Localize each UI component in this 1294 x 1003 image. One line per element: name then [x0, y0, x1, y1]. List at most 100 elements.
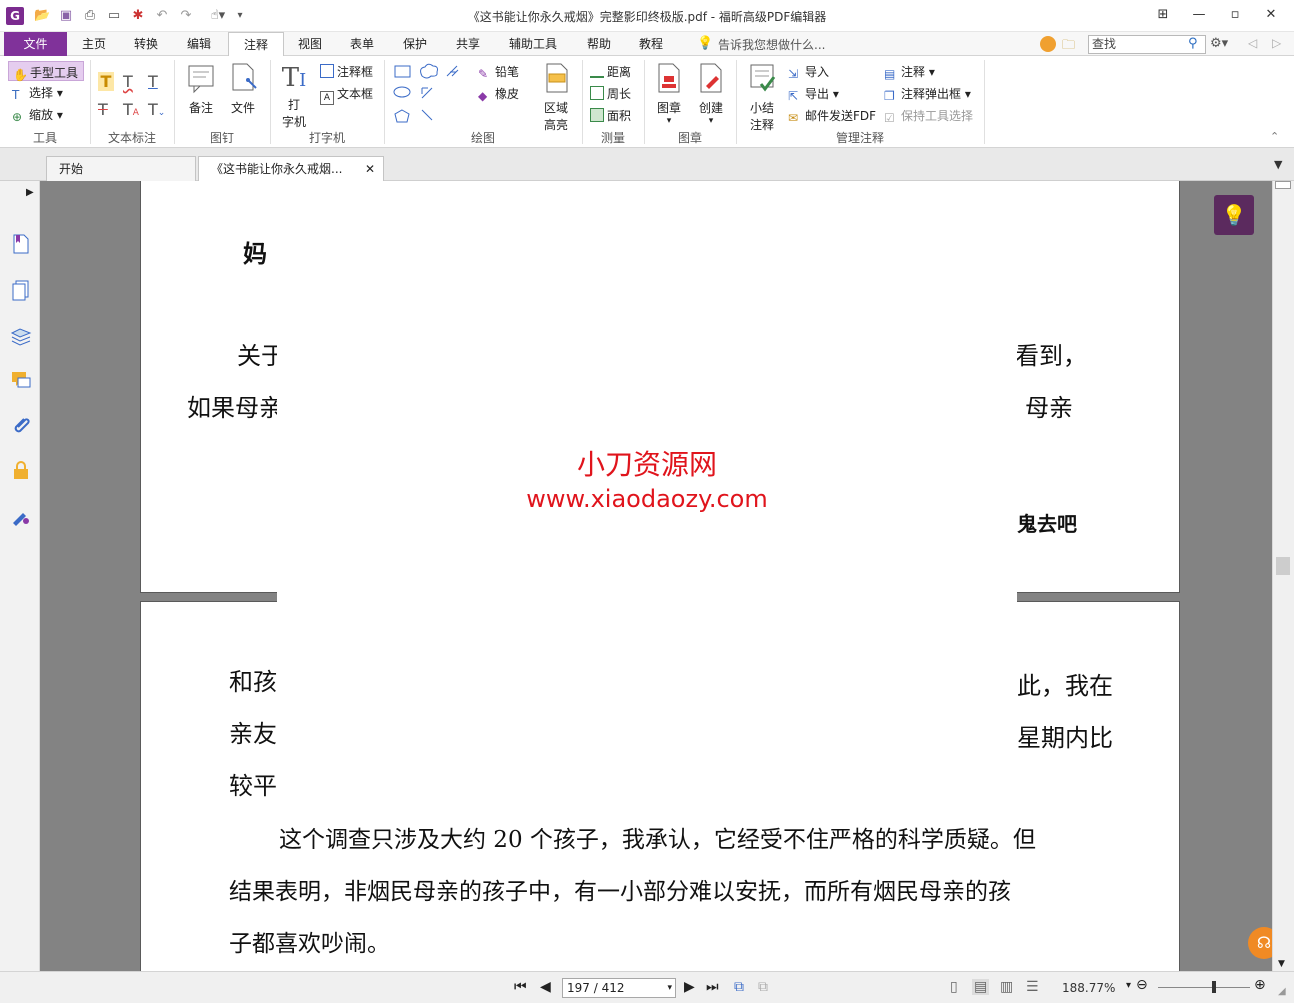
- comments-panel-icon[interactable]: [10, 369, 32, 391]
- import-button[interactable]: ⇲ 导入: [788, 63, 829, 81]
- tab-list-dropdown-icon[interactable]: ▼: [1274, 158, 1282, 171]
- insert-text-icon[interactable]: T⌄: [148, 100, 165, 119]
- tab-start[interactable]: 开始: [46, 156, 196, 181]
- scan-icon[interactable]: ▭: [106, 8, 122, 24]
- feedback-icon[interactable]: [1040, 36, 1056, 52]
- facing-view-icon[interactable]: ▥: [1000, 979, 1013, 995]
- close-window-button[interactable]: ✕: [1258, 4, 1284, 26]
- polyline-icon[interactable]: [446, 65, 459, 77]
- redo-icon[interactable]: ↷: [178, 8, 194, 24]
- squiggly-underline-icon[interactable]: T: [123, 72, 133, 91]
- single-page-view-icon[interactable]: ▯: [950, 979, 958, 995]
- forward-arrow-icon[interactable]: ▷: [1272, 36, 1281, 50]
- textbox-button[interactable]: A 文本框: [320, 85, 373, 105]
- file-attachment-button[interactable]: 文件: [224, 62, 262, 116]
- note-button[interactable]: 备注: [182, 62, 220, 116]
- tab-view[interactable]: 视图: [286, 32, 334, 56]
- continuous-facing-view-icon[interactable]: ☰: [1026, 979, 1039, 995]
- arrow-icon[interactable]: [421, 87, 433, 99]
- print-icon[interactable]: ⎙: [82, 8, 98, 24]
- callout-button[interactable]: 注释框: [320, 63, 373, 80]
- select-tool-button[interactable]: T 选择 ▾: [12, 84, 63, 102]
- minimize-button[interactable]: —: [1186, 4, 1212, 26]
- continuous-view-icon[interactable]: ▤: [972, 979, 990, 995]
- document-viewport[interactable]: 妈 关于 看到， 如果母亲 母亲 鬼去吧 和孩 此，我在 亲友 星期内比 较平 …: [40, 181, 1272, 971]
- next-view-icon[interactable]: ⧉: [758, 979, 768, 995]
- customize-toolbar-icon[interactable]: ▾: [232, 8, 248, 24]
- tips-lightbulb-button[interactable]: 💡: [1214, 195, 1254, 235]
- previous-page-button[interactable]: ◀: [540, 979, 551, 995]
- security-lock-icon[interactable]: [10, 459, 32, 481]
- area-highlight-button[interactable]: 区域 高亮: [536, 62, 576, 133]
- settings-gear-icon[interactable]: ⚙▾: [1210, 36, 1228, 51]
- zoom-dropdown-icon[interactable]: ▾: [1126, 980, 1131, 991]
- zoom-in-button[interactable]: ⊕: [1254, 977, 1266, 993]
- hand-tool-button[interactable]: ✋ 手型工具: [8, 61, 84, 82]
- highlight-text-icon[interactable]: T: [98, 72, 114, 91]
- last-page-button[interactable]: ⏭: [706, 979, 719, 995]
- tab-help[interactable]: 帮助: [575, 32, 623, 56]
- tab-home[interactable]: 主页: [70, 32, 118, 56]
- close-tab-icon[interactable]: ✕: [365, 157, 375, 181]
- vertical-scrollbar[interactable]: ▼: [1272, 181, 1294, 971]
- layers-icon[interactable]: [10, 325, 32, 347]
- zoom-tool-button[interactable]: ⊕ 缩放 ▾: [12, 106, 63, 124]
- keep-tool-selected-checkbox[interactable]: ☑ 保持工具选择: [884, 107, 973, 125]
- pencil-button[interactable]: ✎ 铅笔: [478, 63, 519, 81]
- search-icon[interactable]: ⚲: [1188, 36, 1198, 51]
- touch-mode-icon[interactable]: ☝▾: [204, 8, 232, 24]
- help-headset-button[interactable]: ☊: [1248, 927, 1272, 959]
- popup-notes-button[interactable]: ❐ 注释弹出框 ▾: [884, 85, 971, 103]
- zoom-slider-track[interactable]: [1158, 987, 1250, 988]
- next-page-button[interactable]: ▶: [684, 979, 695, 995]
- ribbon-display-icon[interactable]: ⊞: [1150, 4, 1176, 26]
- oval-icon[interactable]: [393, 86, 411, 98]
- tab-form[interactable]: 表单: [338, 32, 386, 56]
- tell-me-input[interactable]: 告诉我您想做什么...: [718, 36, 825, 53]
- previous-view-icon[interactable]: ⧉: [734, 979, 744, 995]
- replace-text-icon[interactable]: TA: [123, 100, 139, 119]
- first-page-button[interactable]: ⏮: [514, 979, 527, 995]
- page-number-input[interactable]: 197 / 412 ▾: [562, 978, 676, 998]
- tab-current-document[interactable]: 《这书能让你永久戒烟... ✕: [198, 156, 384, 181]
- signature-icon[interactable]: [10, 505, 32, 527]
- underline-text-icon[interactable]: T: [148, 72, 158, 91]
- scroll-down-arrow[interactable]: ▼: [1278, 959, 1285, 969]
- rectangle-icon[interactable]: [394, 65, 411, 78]
- zoom-level[interactable]: 188.77%: [1062, 981, 1115, 995]
- tab-share[interactable]: 共享: [444, 32, 492, 56]
- email-fdf-button[interactable]: ✉ 邮件发送FDF: [788, 107, 876, 125]
- tab-accessibility[interactable]: 辅助工具: [500, 32, 566, 56]
- tab-convert[interactable]: 转换: [122, 32, 170, 56]
- new-document-icon[interactable]: ✱: [130, 8, 146, 24]
- bookmark-icon[interactable]: [10, 233, 32, 255]
- zoom-out-button[interactable]: ⊖: [1136, 977, 1148, 993]
- page-dropdown-icon[interactable]: ▾: [667, 979, 672, 997]
- line-icon[interactable]: [421, 109, 433, 121]
- back-arrow-icon[interactable]: ◁: [1248, 36, 1257, 50]
- save-icon[interactable]: ▣: [58, 8, 74, 24]
- search-folder-icon[interactable]: 🗀: [1062, 36, 1075, 58]
- distance-button[interactable]: 距离: [590, 63, 631, 80]
- open-folder-icon[interactable]: 📂: [34, 8, 50, 24]
- cloud-icon[interactable]: [420, 63, 438, 79]
- summarize-comments-button[interactable]: 小结 注释: [742, 62, 782, 133]
- tab-tutorial[interactable]: 教程: [627, 32, 675, 56]
- create-stamp-button[interactable]: 创建 ▾: [692, 62, 730, 126]
- strikeout-text-icon[interactable]: T: [98, 100, 108, 119]
- restore-button[interactable]: ▫: [1222, 4, 1248, 26]
- split-handle[interactable]: [1275, 181, 1291, 189]
- comments-dropdown-button[interactable]: ▤ 注释 ▾: [884, 63, 935, 81]
- tab-file[interactable]: 文件: [4, 32, 67, 56]
- attachments-icon[interactable]: [10, 415, 32, 437]
- tab-comment[interactable]: 注释: [228, 32, 284, 57]
- stamp-button[interactable]: 图章 ▾: [650, 62, 688, 126]
- tab-edit[interactable]: 编辑: [175, 32, 223, 56]
- expand-panel-icon[interactable]: ▶: [26, 187, 34, 198]
- collapse-ribbon-icon[interactable]: ⌃: [1270, 130, 1279, 143]
- eraser-button[interactable]: ◆ 橡皮: [478, 85, 519, 103]
- page-thumbnails-icon[interactable]: [10, 279, 32, 301]
- area-measure-button[interactable]: 面积: [590, 107, 631, 124]
- app-logo-icon[interactable]: G: [6, 7, 24, 25]
- polygon-icon[interactable]: [394, 109, 410, 123]
